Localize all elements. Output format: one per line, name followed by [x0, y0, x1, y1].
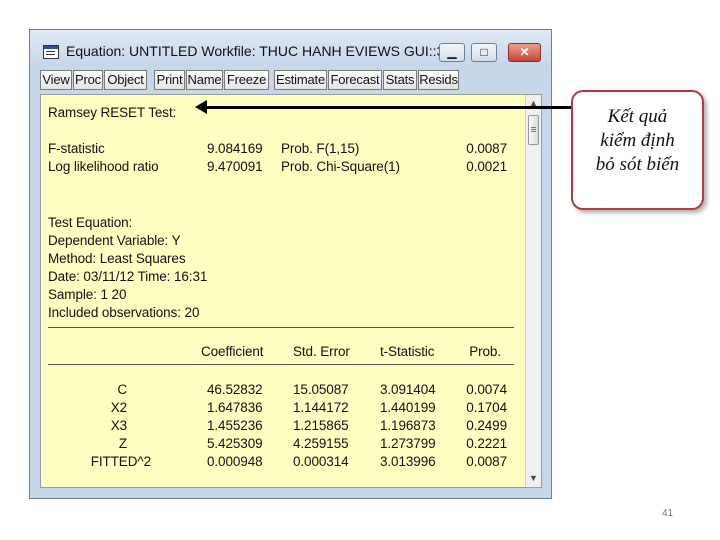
output-pane[interactable]: Ramsey RESET Test: F-statistic 9.084169 … — [40, 94, 542, 488]
row-coefficient: 46.52832 — [207, 382, 263, 397]
column-header: Coefficient — [201, 344, 264, 359]
stat-prob-label: Prob. F(1,15) — [281, 141, 360, 156]
resids-button[interactable]: Resids — [418, 70, 459, 90]
callout-line: Kết quả — [607, 106, 668, 127]
row-prob: 0.1704 — [466, 400, 507, 415]
view-button[interactable]: View — [40, 70, 72, 90]
close-button[interactable]: ✕ — [508, 43, 541, 62]
row-coefficient: 5.425309 — [207, 436, 263, 451]
row-coefficient: 1.455236 — [207, 418, 263, 433]
row-std-error: 15.05087 — [293, 382, 349, 397]
equation-window: Equation: UNTITLED Workfile: THUC HANH E… — [29, 29, 552, 499]
row-t-statistic: 3.091404 — [380, 382, 436, 397]
callout-line: bỏ sót biến — [595, 154, 680, 175]
pointer-arrow-line — [203, 106, 575, 109]
row-std-error: 1.215865 — [293, 418, 349, 433]
stat-value: 9.470091 — [207, 159, 263, 174]
title-bar[interactable]: Equation: UNTITLED Workfile: THUC HANH E… — [30, 30, 551, 66]
row-t-statistic: 1.440199 — [380, 400, 436, 415]
minimize-button[interactable]: ▁ — [439, 43, 465, 62]
info-line: Dependent Variable: Y — [48, 233, 181, 248]
row-variable: FITTED^2 — [90, 454, 151, 469]
row-t-statistic: 1.273799 — [380, 436, 436, 451]
column-header: Prob. — [469, 344, 501, 359]
annotation-callout: Kết quả kiểm định bỏ sót biến — [571, 90, 704, 210]
stat-prob-label: Prob. Chi-Square(1) — [281, 159, 400, 174]
row-std-error: 0.000314 — [293, 454, 349, 469]
callout-line: kiểm định — [600, 130, 675, 151]
forecast-button[interactable]: Forecast — [328, 70, 382, 90]
info-line: Included observations: 20 — [48, 305, 200, 320]
info-line: Date: 03/11/12 Time: 16:31 — [48, 269, 208, 284]
column-header: Std. Error — [293, 344, 350, 359]
scroll-down-arrow-icon[interactable]: ▼ — [529, 473, 538, 483]
table-divider — [48, 327, 514, 328]
freeze-button[interactable]: Freeze — [224, 70, 269, 90]
row-variable: X2 — [110, 400, 127, 415]
vertical-scrollbar[interactable]: ▲ ▼ — [525, 95, 541, 487]
row-variable: Z — [118, 436, 127, 451]
maximize-button[interactable]: □ — [471, 43, 497, 62]
row-std-error: 1.144172 — [293, 400, 349, 415]
window-icon — [43, 45, 59, 59]
page-number: 41 — [662, 508, 674, 519]
row-t-statistic: 3.013996 — [380, 454, 436, 469]
row-std-error: 4.259155 — [293, 436, 349, 451]
stat-prob: 0.0021 — [466, 159, 507, 174]
stat-label: F-statistic — [48, 141, 105, 156]
proc-button[interactable]: Proc — [73, 70, 103, 90]
row-prob: 0.2499 — [466, 418, 507, 433]
estimate-button[interactable]: Estimate — [274, 70, 327, 90]
test-title: Ramsey RESET Test: — [48, 105, 177, 120]
stat-prob: 0.0087 — [466, 141, 507, 156]
window-title: Equation: UNTITLED Workfile: THUC HANH E… — [66, 43, 457, 59]
info-line: Method: Least Squares — [48, 251, 186, 266]
row-coefficient: 1.647836 — [207, 400, 263, 415]
table-divider — [48, 364, 514, 365]
row-variable: X3 — [110, 418, 127, 433]
row-prob: 0.0087 — [466, 454, 507, 469]
row-prob: 0.2221 — [466, 436, 507, 451]
print-button[interactable]: Print — [154, 70, 185, 90]
row-variable: C — [117, 382, 127, 397]
row-t-statistic: 1.196873 — [380, 418, 436, 433]
stat-value: 9.084169 — [207, 141, 263, 156]
row-coefficient: 0.000948 — [207, 454, 263, 469]
object-button[interactable]: Object — [104, 70, 147, 90]
stat-label: Log likelihood ratio — [48, 159, 159, 174]
row-prob: 0.0074 — [466, 382, 507, 397]
info-line: Sample: 1 20 — [48, 287, 127, 302]
scroll-thumb[interactable] — [528, 115, 539, 145]
pointer-arrow-head-icon — [195, 100, 207, 114]
info-line: Test Equation: — [48, 215, 133, 230]
stats-button[interactable]: Stats — [383, 70, 417, 90]
name-button[interactable]: Name — [186, 70, 223, 90]
column-header: t-Statistic — [380, 344, 435, 359]
